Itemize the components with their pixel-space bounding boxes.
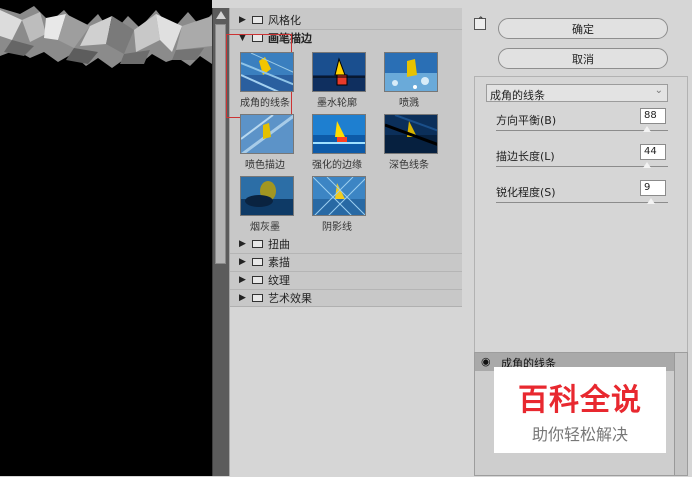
scrollbar-thumb[interactable] <box>215 24 226 264</box>
gallery-empty-area <box>230 306 462 477</box>
collapse-panel-icon[interactable]: ⌃ <box>474 16 486 30</box>
slider-knob[interactable] <box>646 198 655 204</box>
slider-track[interactable] <box>496 202 668 203</box>
param-direction-balance: 方向平衡(B) 88 <box>496 108 676 142</box>
category-label: 纹理 <box>268 274 290 287</box>
param-input[interactable]: 88 <box>640 108 666 124</box>
cancel-button[interactable]: 取消 <box>498 48 668 69</box>
thumbnail-image <box>312 52 366 92</box>
param-sharpness: 锐化程度(S) 9 <box>496 180 676 214</box>
thumb-caption: 烟灰墨 <box>250 222 280 233</box>
slider-knob[interactable] <box>643 126 652 132</box>
filter-gallery: ▶ 风格化 ▼ 画笔描边 成角的线条 墨水轮廓 喷溅 喷色描边 强化的边缘 深色… <box>226 8 462 477</box>
thumbnail-image <box>240 52 294 92</box>
filter-thumb-spatter[interactable]: 喷溅 <box>378 52 438 112</box>
param-input[interactable]: 44 <box>640 144 666 160</box>
param-stroke-length: 描边长度(L) 44 <box>496 144 676 178</box>
folder-icon <box>252 258 263 266</box>
layers-scrollbar[interactable] <box>674 353 687 475</box>
filter-preview-canvas[interactable] <box>0 0 212 476</box>
watermark-overlay: 百科全说 助你轻松解决 <box>494 367 666 453</box>
thumb-caption: 墨水轮廓 <box>317 98 357 109</box>
filter-thumb-ink-outlines[interactable]: 墨水轮廓 <box>306 52 366 112</box>
thumbnail-image <box>384 52 438 92</box>
folder-icon <box>252 294 263 302</box>
filter-thumb-sprayed-strokes[interactable]: 喷色描边 <box>234 114 294 174</box>
triangle-right-icon[interactable]: ▶ <box>239 290 246 307</box>
thumbnail-image <box>240 114 294 154</box>
category-label: 风格化 <box>268 14 301 27</box>
triangle-right-icon[interactable]: ▶ <box>239 272 246 289</box>
folder-icon <box>252 16 263 24</box>
thumbnail-image <box>240 176 294 216</box>
filter-thumb-angled-strokes[interactable]: 成角的线条 <box>226 34 294 118</box>
thumb-caption: 成角的线条 <box>240 98 290 109</box>
watermark-title: 百科全说 <box>518 383 642 418</box>
slider-track[interactable] <box>496 130 668 131</box>
category-sketch[interactable]: ▶ 素描 <box>230 254 462 272</box>
folder-icon <box>252 34 263 42</box>
triangle-right-icon[interactable]: ▶ <box>239 12 246 29</box>
param-label: 方向平衡(B) <box>496 114 557 127</box>
thumb-caption: 喷溅 <box>399 98 419 109</box>
chevron-down-icon[interactable]: ⌄ <box>655 85 663 96</box>
thumbnail-image <box>312 176 366 216</box>
thumb-caption: 深色线条 <box>389 160 429 171</box>
thumbnail-image <box>312 114 366 154</box>
filter-thumb-crosshatch[interactable]: 阴影线 <box>306 176 366 236</box>
filter-thumb-sumi-e[interactable]: 烟灰墨 <box>234 176 294 236</box>
thumbnail-image <box>384 114 438 154</box>
category-texture[interactable]: ▶ 纹理 <box>230 272 462 290</box>
triangle-right-icon[interactable]: ▶ <box>239 236 246 253</box>
category-stylize[interactable]: ▶ 风格化 <box>230 12 462 30</box>
preview-image <box>0 0 212 476</box>
triangle-right-icon[interactable]: ▶ <box>239 254 246 271</box>
eye-icon[interactable]: ◉ <box>481 355 491 368</box>
thumb-caption: 阴影线 <box>322 222 352 233</box>
category-label: 画笔描边 <box>268 32 312 45</box>
folder-icon <box>252 240 263 248</box>
slider-knob[interactable] <box>643 162 652 168</box>
category-label: 素描 <box>268 256 290 269</box>
thumb-caption: 喷色描边 <box>245 160 285 171</box>
preview-scrollbar[interactable] <box>212 8 229 476</box>
category-distort[interactable]: ▶ 扭曲 <box>230 236 462 254</box>
param-label: 描边长度(L) <box>496 150 555 163</box>
folder-icon <box>252 276 263 284</box>
filter-select-value: 成角的线条 <box>490 89 545 102</box>
param-label: 锐化程度(S) <box>496 186 556 199</box>
filter-select[interactable]: 成角的线条 ⌄ <box>486 84 668 102</box>
category-brush-strokes[interactable]: ▼ 画笔描边 <box>230 30 462 47</box>
thumb-caption: 强化的边缘 <box>312 160 362 171</box>
param-input[interactable]: 9 <box>640 180 666 196</box>
filter-thumb-dark-strokes[interactable]: 深色线条 <box>378 114 438 174</box>
triangle-down-icon[interactable]: ▼ <box>239 30 246 47</box>
scroll-up-icon[interactable] <box>216 11 226 19</box>
watermark-subtitle: 助你轻松解决 <box>531 425 628 444</box>
filter-thumb-accented-edges[interactable]: 强化的边缘 <box>306 114 366 174</box>
category-label: 艺术效果 <box>268 292 312 305</box>
category-label: 扭曲 <box>268 238 290 251</box>
slider-track[interactable] <box>496 166 668 167</box>
ok-button[interactable]: 确定 <box>498 18 668 39</box>
